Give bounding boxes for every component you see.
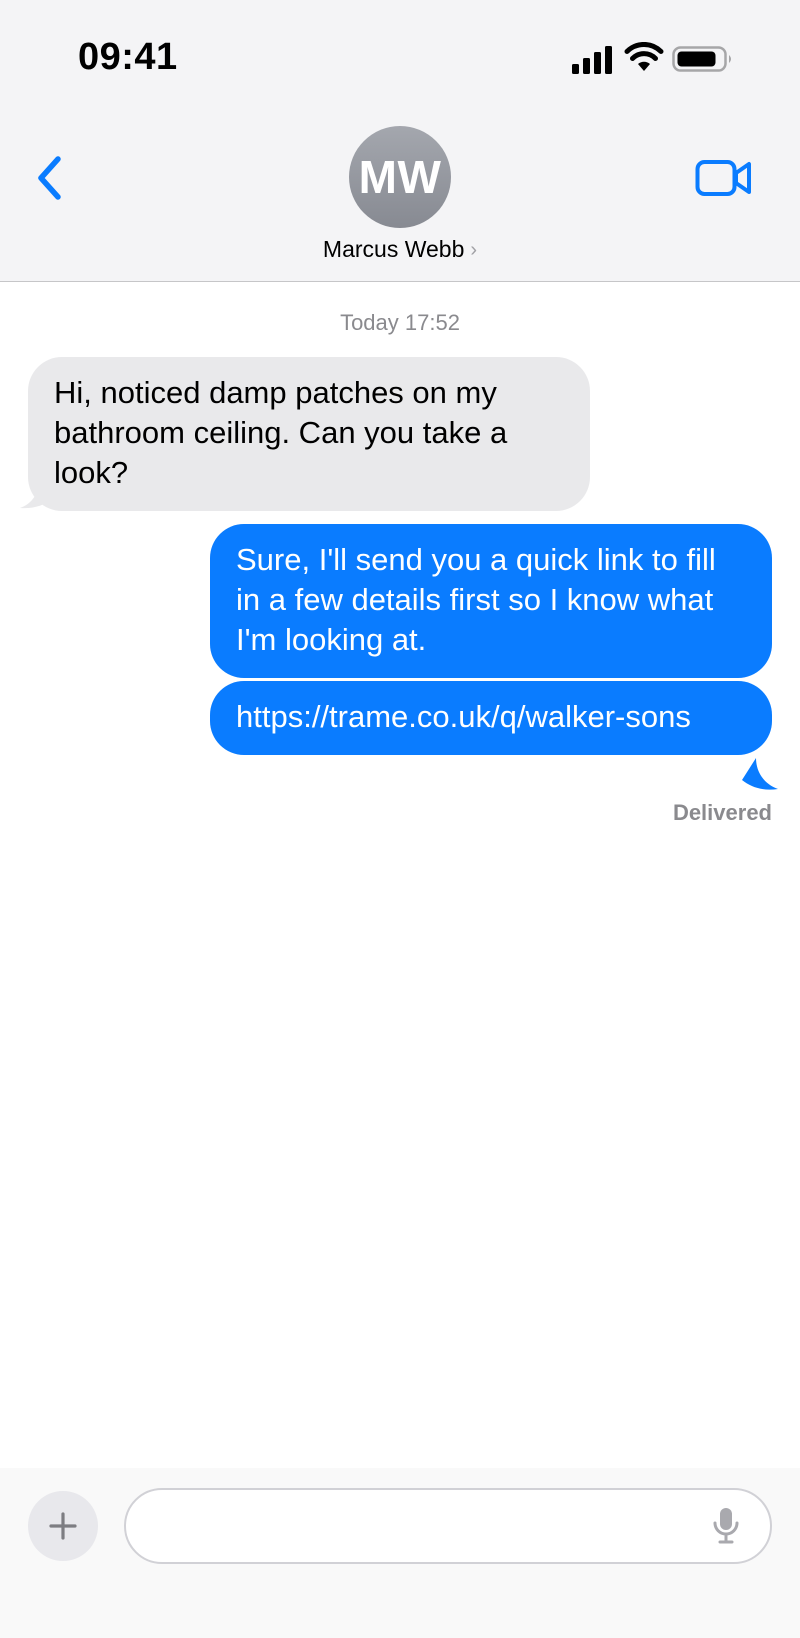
contact-name: Marcus Webb (322, 236, 465, 262)
back-button[interactable] (30, 150, 70, 206)
apps-plus-button[interactable] (28, 1491, 98, 1561)
status-bar-time: 09:41 (78, 36, 178, 78)
plus-icon (49, 1512, 77, 1540)
avatar-initials: MW (358, 151, 442, 203)
message-input[interactable] (124, 1488, 772, 1564)
facetime-video-button[interactable] (694, 154, 754, 202)
dictation-button[interactable] (706, 1504, 746, 1548)
chevron-left-icon (38, 156, 61, 200)
conversation-header: 09:41 MW Marcus Webb › (0, 0, 800, 282)
incoming-message-bubble[interactable]: Hi, noticed damp patches on my bathroom … (28, 357, 590, 511)
outgoing-message-bubble[interactable]: Sure, I'll send you a quick link to fill… (210, 524, 772, 678)
battery-icon (672, 46, 731, 72)
delivery-status: Delivered (672, 800, 772, 825)
chevron-right-icon: › (470, 239, 478, 261)
cellular-signal-icon (572, 46, 612, 74)
message-link-text[interactable]: https://trame.co.uk/q/walker-sons (236, 699, 691, 734)
contact-avatar[interactable]: MW (349, 126, 451, 228)
message-composer (0, 1468, 800, 1638)
outgoing-link-bubble[interactable]: https://trame.co.uk/q/walker-sons (210, 681, 772, 755)
contact-name-button[interactable]: Marcus Webb › (0, 236, 800, 263)
video-camera-icon (695, 160, 751, 196)
outgoing-bubble-tail (742, 758, 778, 790)
wifi-icon (624, 42, 664, 71)
microphone-icon (713, 1508, 739, 1544)
thread-timestamp: Today 17:52 (340, 310, 460, 335)
message-text: Sure, I'll send you a quick link to fill… (236, 542, 716, 657)
message-text: Hi, noticed damp patches on my bathroom … (54, 375, 508, 490)
